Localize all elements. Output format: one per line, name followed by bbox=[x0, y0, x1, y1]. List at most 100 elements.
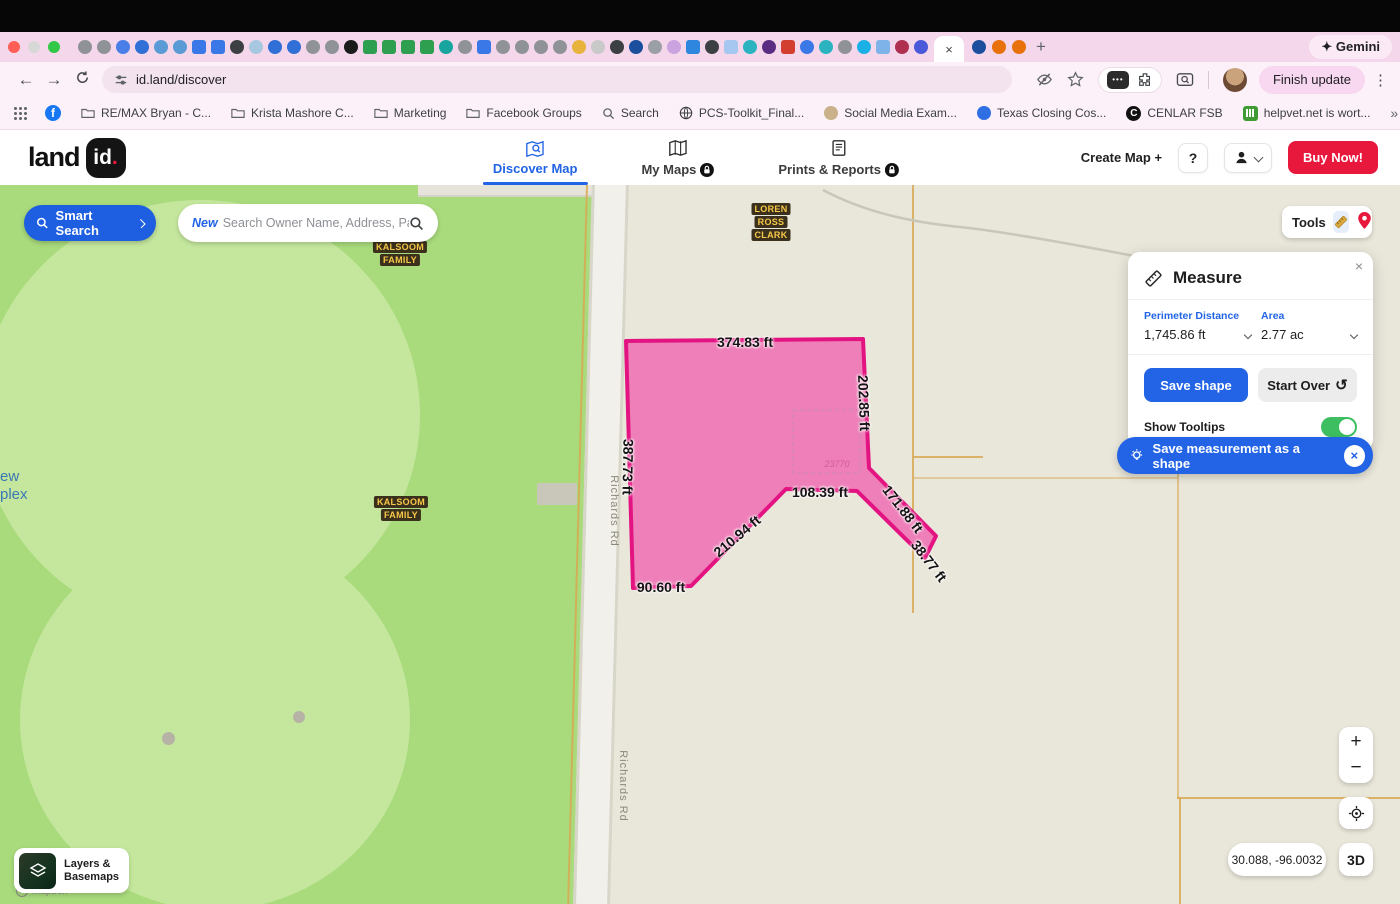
search-tabs-icon[interactable] bbox=[1176, 72, 1194, 88]
tab-favicon[interactable] bbox=[648, 40, 662, 54]
tab-favicon[interactable] bbox=[344, 40, 358, 54]
bookmarks-overflow-icon[interactable]: » bbox=[1390, 105, 1398, 121]
traffic-light-zoom[interactable] bbox=[48, 41, 60, 53]
tab-favicon[interactable] bbox=[534, 40, 548, 54]
tab-favicon[interactable] bbox=[992, 40, 1006, 54]
tab-favicon[interactable] bbox=[819, 40, 833, 54]
owner-label-kalsoom-family[interactable]: KALSOOMFAMILY bbox=[373, 240, 427, 267]
tab-favicon[interactable] bbox=[914, 40, 928, 54]
tab-favicon[interactable] bbox=[762, 40, 776, 54]
bookmark-star-icon[interactable] bbox=[1067, 71, 1084, 88]
gemini-button[interactable]: ✦ Gemini bbox=[1309, 35, 1392, 59]
bookmark-social-media[interactable]: Social Media Exam... bbox=[824, 106, 957, 120]
tab-favicon[interactable] bbox=[135, 40, 149, 54]
traffic-light-minimize[interactable] bbox=[28, 41, 40, 53]
tab-favicon[interactable] bbox=[287, 40, 301, 54]
zoom-in-button[interactable]: + bbox=[1350, 731, 1361, 753]
help-button[interactable]: ? bbox=[1178, 143, 1208, 173]
tab-favicon[interactable] bbox=[572, 40, 586, 54]
smart-search-button[interactable]: Smart Search bbox=[24, 205, 156, 241]
zoom-out-button[interactable]: − bbox=[1350, 757, 1361, 779]
tab-favicon[interactable] bbox=[876, 40, 890, 54]
search-icon[interactable] bbox=[409, 216, 424, 231]
owner-label-kalsoom-family[interactable]: KALSOOMFAMILY bbox=[374, 495, 428, 522]
tab-favicon[interactable] bbox=[97, 40, 111, 54]
profile-avatar[interactable] bbox=[1223, 68, 1247, 92]
bookmark-folder[interactable]: Facebook Groups bbox=[466, 106, 581, 120]
finish-update-button[interactable]: Finish update bbox=[1259, 66, 1365, 94]
tab-favicon[interactable] bbox=[420, 40, 434, 54]
tab-favicon[interactable] bbox=[705, 40, 719, 54]
perimeter-distance-select[interactable]: 1,745.86 ft bbox=[1144, 327, 1261, 342]
locate-button[interactable] bbox=[1339, 797, 1373, 829]
active-tab[interactable]: × bbox=[934, 36, 964, 62]
tab-favicon[interactable] bbox=[211, 40, 225, 54]
tab-favicon[interactable] bbox=[268, 40, 282, 54]
tab-favicon[interactable] bbox=[743, 40, 757, 54]
tab-favicon[interactable] bbox=[154, 40, 168, 54]
privacy-eye-slash-icon[interactable] bbox=[1036, 71, 1053, 88]
owner-label-loren-ross-clark[interactable]: LORENROSSCLARK bbox=[752, 202, 791, 242]
search-input[interactable]: New Search Owner Name, Address, Parcel I… bbox=[178, 204, 438, 242]
measure-tool-button[interactable] bbox=[1333, 211, 1349, 233]
bookmark-helpvet[interactable]: helpvet.net is wort... bbox=[1243, 106, 1371, 121]
tab-favicon[interactable] bbox=[458, 40, 472, 54]
tab-favicon[interactable] bbox=[838, 40, 852, 54]
tab-close-icon[interactable]: × bbox=[945, 42, 953, 57]
tab-favicon[interactable] bbox=[249, 40, 263, 54]
tab-favicon[interactable] bbox=[895, 40, 909, 54]
browser-menu-icon[interactable]: ⋮ bbox=[1373, 71, 1388, 89]
tab-favicon[interactable] bbox=[363, 40, 377, 54]
extensions-puzzle-icon[interactable] bbox=[1137, 72, 1153, 88]
tab-favicon[interactable] bbox=[667, 40, 681, 54]
url-text[interactable]: id.land/discover bbox=[136, 72, 226, 87]
tab-my-maps[interactable]: My Maps bbox=[641, 130, 714, 185]
measure-close-button[interactable]: × bbox=[1355, 258, 1363, 274]
tab-favicon[interactable] bbox=[686, 40, 700, 54]
tab-favicon[interactable] bbox=[496, 40, 510, 54]
tab-favicon[interactable] bbox=[781, 40, 795, 54]
bookmark-cenlar[interactable]: C CENLAR FSB bbox=[1126, 106, 1222, 121]
landid-logo[interactable]: land id. bbox=[28, 138, 126, 178]
address-bar[interactable]: id.land/discover bbox=[102, 66, 1012, 93]
account-button[interactable] bbox=[1224, 143, 1272, 173]
3d-button[interactable]: 3D bbox=[1339, 843, 1373, 876]
area-select[interactable]: 2.77 ac bbox=[1261, 327, 1357, 342]
apps-grid-icon[interactable] bbox=[14, 107, 27, 120]
tab-favicon[interactable] bbox=[724, 40, 738, 54]
tab-favicon[interactable] bbox=[116, 40, 130, 54]
map-canvas[interactable]: 23770 374.83 ft 202.85 ft 387.73 ft 108.… bbox=[0, 185, 1400, 904]
tab-favicon[interactable] bbox=[800, 40, 814, 54]
tab-favicon[interactable] bbox=[401, 40, 415, 54]
tab-favicon[interactable] bbox=[610, 40, 624, 54]
toast-close-button[interactable]: × bbox=[1344, 445, 1365, 467]
tab-favicon[interactable] bbox=[78, 40, 92, 54]
forward-icon[interactable]: → bbox=[40, 70, 68, 90]
bookmark-search[interactable]: Search bbox=[602, 106, 659, 120]
bookmark-pcs-toolkit[interactable]: PCS-Toolkit_Final... bbox=[679, 106, 804, 120]
tab-favicon[interactable] bbox=[591, 40, 605, 54]
tab-favicon[interactable] bbox=[325, 40, 339, 54]
tab-favicon[interactable] bbox=[515, 40, 529, 54]
create-map-button[interactable]: Create Map + bbox=[1081, 150, 1162, 165]
back-icon[interactable]: ← bbox=[12, 70, 40, 90]
tab-favicon[interactable] bbox=[629, 40, 643, 54]
traffic-light-close[interactable] bbox=[8, 41, 20, 53]
layers-basemaps-button[interactable]: Layers & Basemaps bbox=[14, 848, 129, 893]
tab-favicon[interactable] bbox=[553, 40, 567, 54]
bookmark-folder[interactable]: Krista Mashore C... bbox=[231, 106, 354, 120]
site-info-icon[interactable] bbox=[114, 73, 128, 87]
tab-favicon[interactable] bbox=[173, 40, 187, 54]
pin-tool-button[interactable] bbox=[1356, 211, 1373, 233]
bookmark-facebook[interactable]: f bbox=[45, 105, 61, 121]
tab-favicon[interactable] bbox=[972, 40, 986, 54]
tab-favicon[interactable] bbox=[192, 40, 206, 54]
tab-favicon[interactable] bbox=[477, 40, 491, 54]
bookmark-texas-closing[interactable]: Texas Closing Cos... bbox=[977, 106, 1106, 120]
bookmark-folder[interactable]: Marketing bbox=[374, 106, 447, 120]
tab-favicon[interactable] bbox=[439, 40, 453, 54]
tab-favicon[interactable] bbox=[382, 40, 396, 54]
buy-now-button[interactable]: Buy Now! bbox=[1288, 141, 1378, 174]
tab-favicon[interactable] bbox=[857, 40, 871, 54]
show-tooltips-toggle[interactable] bbox=[1321, 417, 1357, 437]
